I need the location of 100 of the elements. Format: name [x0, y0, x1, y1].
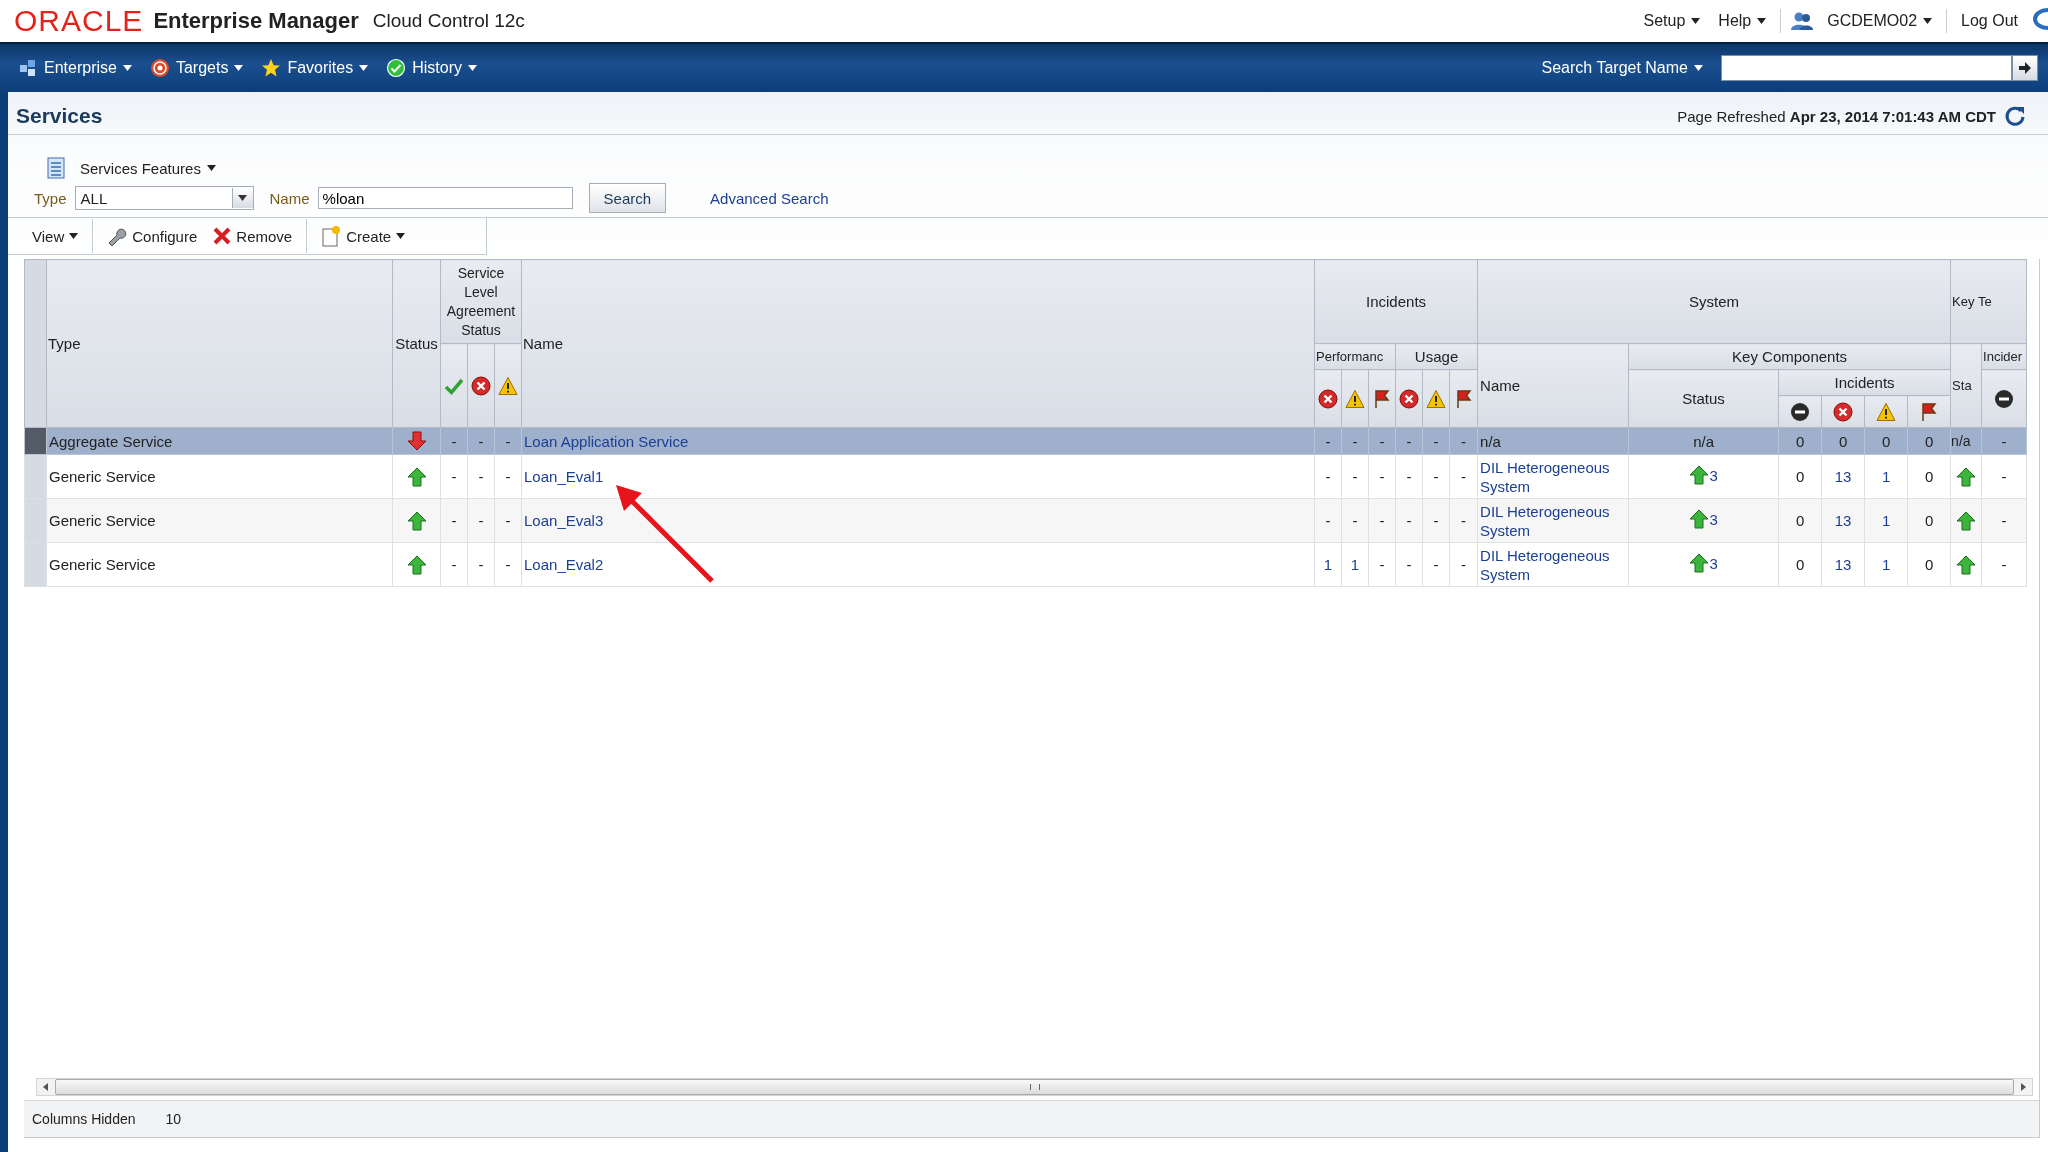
count-link[interactable]: 3 — [1709, 554, 1718, 572]
header-menu[interactable]: Setup — [1639, 12, 1705, 30]
table-cell: - — [440, 542, 468, 587]
target-icon — [149, 58, 170, 78]
list-icon — [46, 157, 66, 179]
count-link[interactable]: 3 — [1709, 466, 1718, 484]
count-link[interactable]: 1 — [1314, 542, 1342, 587]
table-cell: 0 — [1907, 427, 1951, 455]
service-link[interactable]: Loan_Eval2 — [524, 556, 604, 573]
column-header[interactable]: Status — [1628, 369, 1779, 428]
type-label: Type — [34, 189, 67, 207]
columns-hidden-label: Columns Hidden — [32, 1111, 136, 1127]
star-icon — [261, 58, 282, 78]
caret-icon — [1923, 18, 1933, 24]
table-cell: 0 — [1778, 498, 1822, 543]
nav-menu[interactable]: Enterprise — [14, 58, 136, 78]
column-header[interactable]: Type — [46, 259, 393, 428]
table-cell: - — [1368, 542, 1396, 587]
header-menu[interactable]: Help — [1714, 12, 1771, 30]
page-refreshed-text: Page Refreshed Apr 23, 2014 7:01:43 AM CDT — [1677, 107, 1996, 125]
name-field[interactable]: %loan — [317, 187, 573, 209]
remove-button[interactable]: Remove — [205, 227, 301, 245]
table-cell: - — [1395, 498, 1423, 543]
scroll-left-icon[interactable] — [41, 1082, 51, 1092]
table-cell: 0 — [1864, 427, 1908, 455]
count-link[interactable]: 13 — [1821, 542, 1865, 587]
count-link[interactable]: 13 — [1821, 498, 1865, 543]
flag-icon — [1372, 388, 1392, 409]
column-group-header: Usage — [1395, 343, 1478, 370]
table-cell: 0 — [1778, 454, 1822, 499]
product-edition: Cloud Control 12c — [372, 10, 525, 32]
table-cell: 0 — [1907, 542, 1951, 587]
services-features-menu[interactable]: Services Features — [74, 158, 222, 178]
type-dropdown[interactable]: ALL — [74, 186, 254, 210]
table-cell: Generic Service — [46, 454, 393, 499]
search-target-menu[interactable]: Search Target Name — [1537, 59, 1707, 77]
table-cell: - — [1368, 454, 1396, 499]
column-group-header: Performanc — [1314, 343, 1396, 370]
count-link[interactable]: 1 — [1864, 454, 1908, 499]
nav-menu[interactable]: Favorites — [257, 58, 373, 78]
user-menu[interactable]: GCDEMO02 — [1823, 12, 1937, 30]
count-link[interactable]: 13 — [1821, 454, 1865, 499]
column-group-header: System — [1477, 259, 1951, 344]
table-cell: n/a — [1477, 427, 1629, 455]
caret-icon — [1691, 18, 1701, 24]
warning-icon — [498, 375, 518, 396]
table-cell: - — [1341, 498, 1369, 543]
service-link[interactable]: Loan Application Service — [524, 432, 689, 450]
caret-icon — [1757, 18, 1767, 24]
column-header[interactable]: Name — [1477, 343, 1629, 428]
count-link[interactable]: 1 — [1864, 542, 1908, 587]
name-label: Name — [269, 189, 310, 207]
table-cell: - — [494, 542, 522, 587]
caret-icon — [238, 195, 248, 201]
minus-circle-icon — [1790, 401, 1811, 422]
table-cell: 0 — [1907, 454, 1951, 499]
go-button[interactable] — [2012, 55, 2038, 81]
table-row[interactable]: Aggregate Service - - - Loan Application Service - - - - - - n/a n/a 0 0 0 0 n/a - — [24, 427, 2027, 455]
column-group-header: Key Te — [1950, 259, 2027, 344]
warning-icon — [1345, 388, 1365, 409]
column-header[interactable]: Sta — [1950, 343, 1982, 428]
table-cell: - — [1981, 454, 2027, 499]
table-cell: - — [1395, 427, 1423, 455]
table-cell: - — [494, 454, 522, 499]
table-cell: 0 — [1821, 427, 1865, 455]
table-cell: - — [467, 454, 495, 499]
view-menu[interactable]: View — [24, 227, 87, 245]
table-cell: - — [1368, 498, 1396, 543]
clock-check-icon — [386, 58, 407, 78]
table-cell: - — [1314, 427, 1342, 455]
table-cell: - — [1422, 498, 1450, 543]
nav-menu[interactable]: Targets — [145, 58, 248, 78]
column-header[interactable]: Name — [521, 259, 1315, 428]
table-cell: - — [1395, 542, 1423, 587]
caret-icon — [359, 65, 369, 71]
nav-menu[interactable]: History — [382, 58, 481, 78]
advanced-search-link[interactable]: Advanced Search — [710, 189, 829, 207]
search-button[interactable]: Search — [588, 183, 667, 213]
count-link[interactable]: 1 — [1341, 542, 1369, 587]
table-cell: - — [494, 427, 522, 455]
product-title: Enterprise Manager — [153, 8, 359, 34]
service-link[interactable]: Loan_Eval3 — [524, 512, 604, 529]
caret-icon — [122, 65, 132, 71]
logout-link[interactable]: Log Out — [1957, 12, 2022, 30]
create-button[interactable]: Create — [313, 225, 414, 247]
count-link[interactable]: 1 — [1864, 498, 1908, 543]
scroll-right-icon[interactable] — [2018, 1082, 2028, 1092]
table-cell: - — [1422, 427, 1450, 455]
error-icon — [471, 375, 491, 396]
table-cell: Aggregate Service — [46, 427, 393, 455]
table-cell: - — [1395, 454, 1423, 499]
count-link[interactable]: 3 — [1709, 510, 1718, 528]
table-cell: - — [1314, 498, 1342, 543]
refresh-icon[interactable] — [2004, 105, 2026, 127]
column-header[interactable]: Status — [392, 259, 441, 428]
table-cell: - — [1422, 542, 1450, 587]
table-cell: - — [440, 427, 468, 455]
search-field[interactable] — [1721, 55, 2012, 81]
service-link[interactable]: Loan_Eval1 — [524, 468, 604, 485]
configure-button[interactable]: Configure — [99, 226, 206, 246]
